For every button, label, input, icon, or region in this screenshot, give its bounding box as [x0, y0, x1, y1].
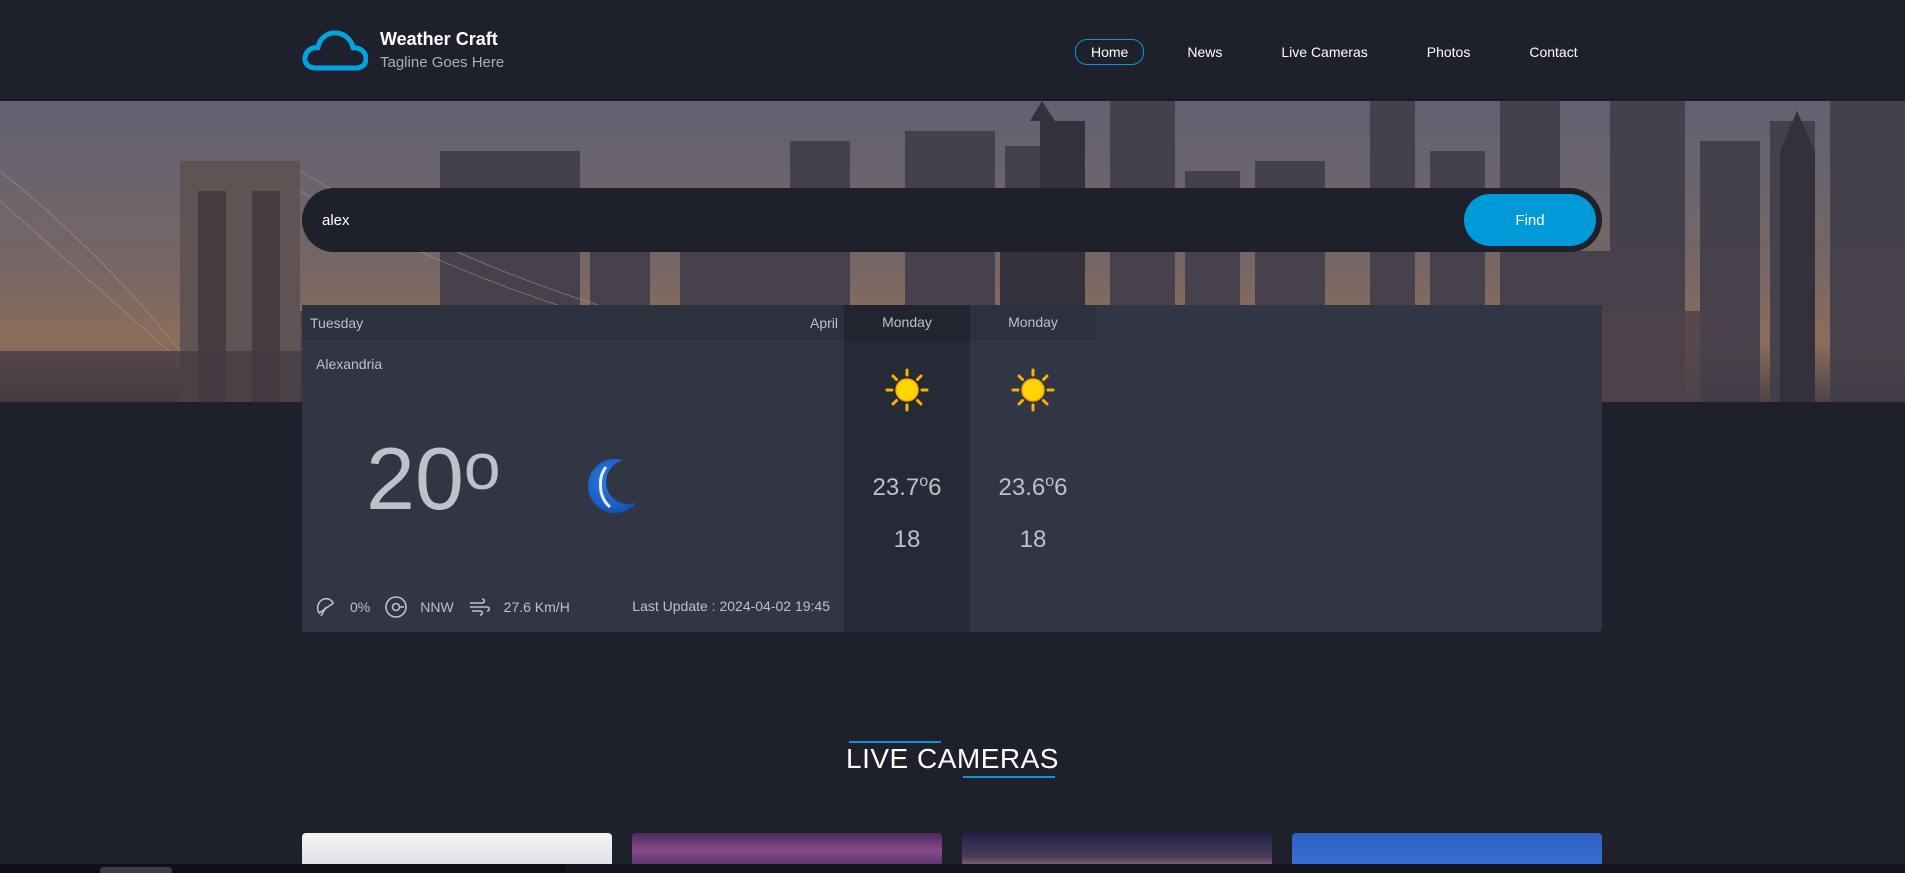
wind-speed: 27.6 Km/H — [503, 599, 570, 615]
current-temperature: 20o — [366, 429, 501, 530]
today-header: Tuesday April — [302, 305, 844, 340]
forecast-table: Tuesday April Alexandria 20o 0% NNW 27.6… — [302, 305, 1602, 632]
nav-contact[interactable]: Contact — [1513, 39, 1593, 65]
rain-chance: 0% — [350, 599, 371, 615]
site-header: Weather Craft Tagline Goes Here Home New… — [0, 0, 1905, 100]
search-input[interactable] — [322, 188, 1422, 252]
weather-stats: 0% NNW 27.6 Km/H — [314, 595, 584, 619]
forecast-day: Monday 23.6o6 18 — [970, 305, 1096, 632]
umbrella-icon — [316, 597, 335, 617]
live-cameras-title: LIVE CAMERAS — [846, 743, 1059, 774]
sun-icon — [885, 368, 929, 412]
last-update: Last Update : 2024-04-02 19:45 — [632, 598, 830, 614]
bottom-tab[interactable] — [100, 867, 172, 873]
nav-home[interactable]: Home — [1075, 39, 1145, 65]
nav-photos[interactable]: Photos — [1411, 39, 1487, 65]
find-button[interactable]: Find — [1464, 194, 1596, 246]
degree-symbol: o — [463, 429, 501, 503]
today-day: Tuesday — [310, 315, 364, 331]
sun-icon — [1011, 368, 1055, 412]
forecast-max-temp: 23.6o6 — [998, 473, 1068, 501]
tagline: Tagline Goes Here — [380, 54, 505, 71]
bottom-bar-segment — [0, 864, 566, 873]
wind-icon — [469, 598, 490, 616]
today-forecast: Tuesday April Alexandria 20o 0% NNW 27.6… — [302, 305, 844, 632]
title-underline-bottom — [963, 776, 1055, 778]
forecast-day-name: Monday — [844, 305, 970, 340]
temperature-value: 20 — [366, 429, 464, 528]
brand-name: Weather Craft — [380, 29, 498, 49]
search-bar: Find — [302, 188, 1602, 252]
location-name: Alexandria — [316, 356, 383, 372]
nav-live-cameras[interactable]: Live Cameras — [1265, 39, 1383, 65]
forecast-day: Monday 23.7o6 18 — [844, 305, 970, 632]
today-month: April — [809, 315, 838, 331]
compass-icon — [385, 596, 408, 618]
moon-icon — [588, 459, 646, 513]
forecast-day-name: Monday — [970, 305, 1096, 340]
nav-news[interactable]: News — [1171, 39, 1238, 65]
main-nav: Home News Live Cameras Photos Contact — [1075, 39, 1594, 65]
forecast-min-temp: 18 — [1019, 526, 1047, 553]
forecast-max-temp: 23.7o6 — [872, 473, 942, 501]
logo[interactable]: Weather Craft Tagline Goes Here — [302, 28, 504, 74]
cloud-icon — [302, 30, 368, 71]
forecast-min-temp: 18 — [893, 526, 921, 553]
wind-direction: NNW — [420, 599, 454, 615]
